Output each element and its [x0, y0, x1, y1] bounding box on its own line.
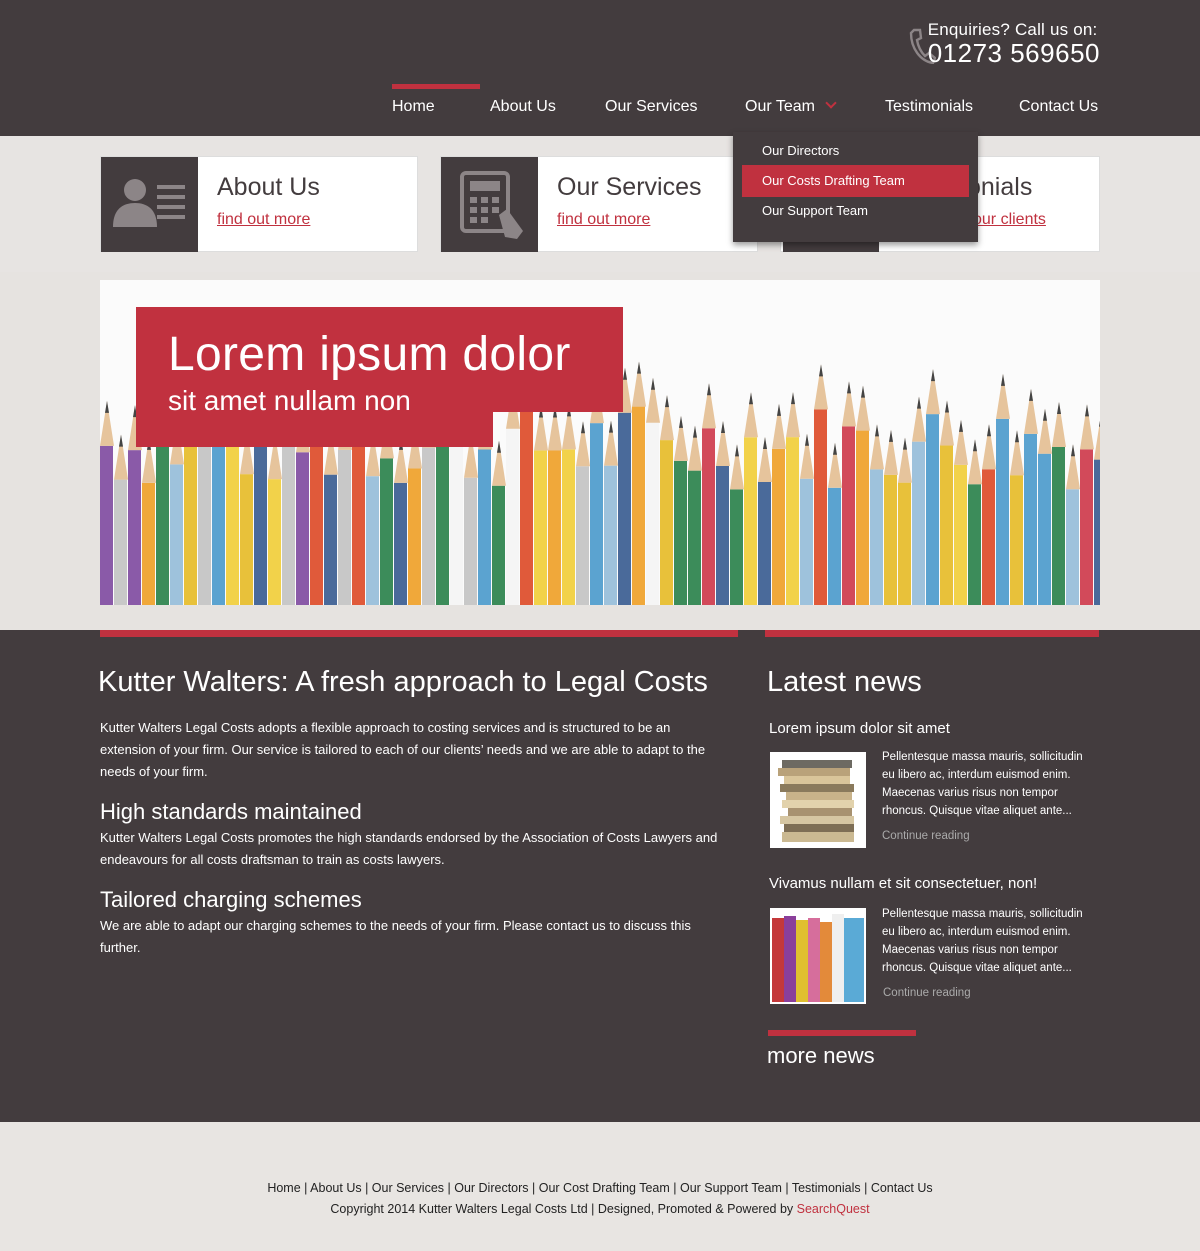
- more-news-bar: [768, 1030, 916, 1036]
- news-thumbnail-books[interactable]: [770, 752, 866, 848]
- main-nav: Home About Us Our Services Our Team Test…: [0, 84, 1200, 136]
- feature-title: About Us: [217, 173, 320, 201]
- standards-text: Kutter Walters Legal Costs promotes the …: [100, 830, 718, 867]
- find-out-more-link[interactable]: our clients: [973, 211, 1046, 229]
- find-out-more-link[interactable]: find out more: [217, 211, 310, 229]
- active-nav-indicator: [392, 84, 480, 89]
- news-title[interactable]: Vivamus nullam et sit consectetuer, non!: [769, 875, 1037, 892]
- searchquest-link[interactable]: SearchQuest: [797, 1202, 870, 1216]
- footer-links[interactable]: Home | About Us | Our Services | Our Dir…: [0, 1181, 1200, 1195]
- more-news-link[interactable]: more news: [767, 1043, 875, 1069]
- chevron-down-icon: [825, 97, 837, 109]
- dropdown-item-costs-drafting[interactable]: Our Costs Drafting Team: [742, 165, 969, 197]
- site-header: Enquiries? Call us on: 01273 569650 Home…: [0, 0, 1200, 136]
- news-excerpt: Pellentesque massa mauris, sollicitudin …: [882, 751, 1083, 817]
- charging-heading: Tailored charging schemes: [100, 887, 362, 912]
- hero-subtitle: sit amet nullam non: [168, 385, 411, 416]
- enquiries-label: Enquiries? Call us on:: [927, 20, 1098, 39]
- news-title[interactable]: Lorem ipsum dolor sit amet: [769, 720, 950, 737]
- nav-about-us[interactable]: About Us: [490, 98, 556, 116]
- dropdown-item-directors[interactable]: Our Directors: [742, 135, 969, 167]
- news-thumbnail-folders[interactable]: [770, 908, 866, 1004]
- continue-reading-link[interactable]: Continue reading: [882, 830, 970, 842]
- nav-our-team[interactable]: Our Team: [745, 97, 837, 116]
- main-content: Kutter Walters: A fresh approach to Lega…: [0, 630, 1200, 1122]
- feature-box-services[interactable]: Our Services find out more: [440, 156, 758, 252]
- hero-caption: Lorem ipsum dolor sit amet nullam non: [136, 307, 623, 416]
- standards-heading: High standards maintained: [100, 799, 362, 824]
- intro-text: Kutter Walters Legal Costs adopts a flex…: [100, 720, 706, 779]
- person-card-icon: [101, 157, 198, 252]
- charging-text: We are able to adapt our charging scheme…: [100, 918, 691, 955]
- our-team-dropdown: Our Directors Our Costs Drafting Team Ou…: [733, 132, 978, 242]
- nav-contact-us[interactable]: Contact Us: [1019, 98, 1098, 116]
- dropdown-item-support[interactable]: Our Support Team: [742, 195, 969, 227]
- copyright-text: Copyright 2014 Kutter Walters Legal Cost…: [330, 1202, 797, 1216]
- continue-reading-link[interactable]: Continue reading: [883, 987, 971, 999]
- news-top-rule: [765, 630, 1099, 637]
- feature-box-about[interactable]: About Us find out more: [100, 156, 418, 252]
- footer-copyright: Copyright 2014 Kutter Walters Legal Cost…: [0, 1202, 1200, 1216]
- nav-home[interactable]: Home: [392, 98, 435, 116]
- news-excerpt: Pellentesque massa mauris, sollicitudin …: [882, 908, 1083, 974]
- nav-our-services[interactable]: Our Services: [605, 98, 697, 116]
- main-top-rule: [100, 630, 738, 637]
- calculator-icon: [441, 157, 538, 252]
- phone-number[interactable]: 01273 569650: [928, 38, 1100, 69]
- nav-our-team-label: Our Team: [745, 98, 815, 115]
- site-footer: Home | About Us | Our Services | Our Dir…: [0, 1122, 1200, 1251]
- main-heading: Kutter Walters: A fresh approach to Lega…: [98, 666, 708, 698]
- nav-testimonials[interactable]: Testimonials: [885, 98, 973, 116]
- hero-title: Lorem ipsum dolor: [168, 328, 571, 381]
- find-out-more-link[interactable]: find out more: [557, 211, 650, 229]
- news-heading: Latest news: [767, 666, 922, 698]
- phone-block: Enquiries? Call us on: 01273 569650: [928, 20, 1100, 69]
- feature-title: Our Services: [557, 173, 702, 201]
